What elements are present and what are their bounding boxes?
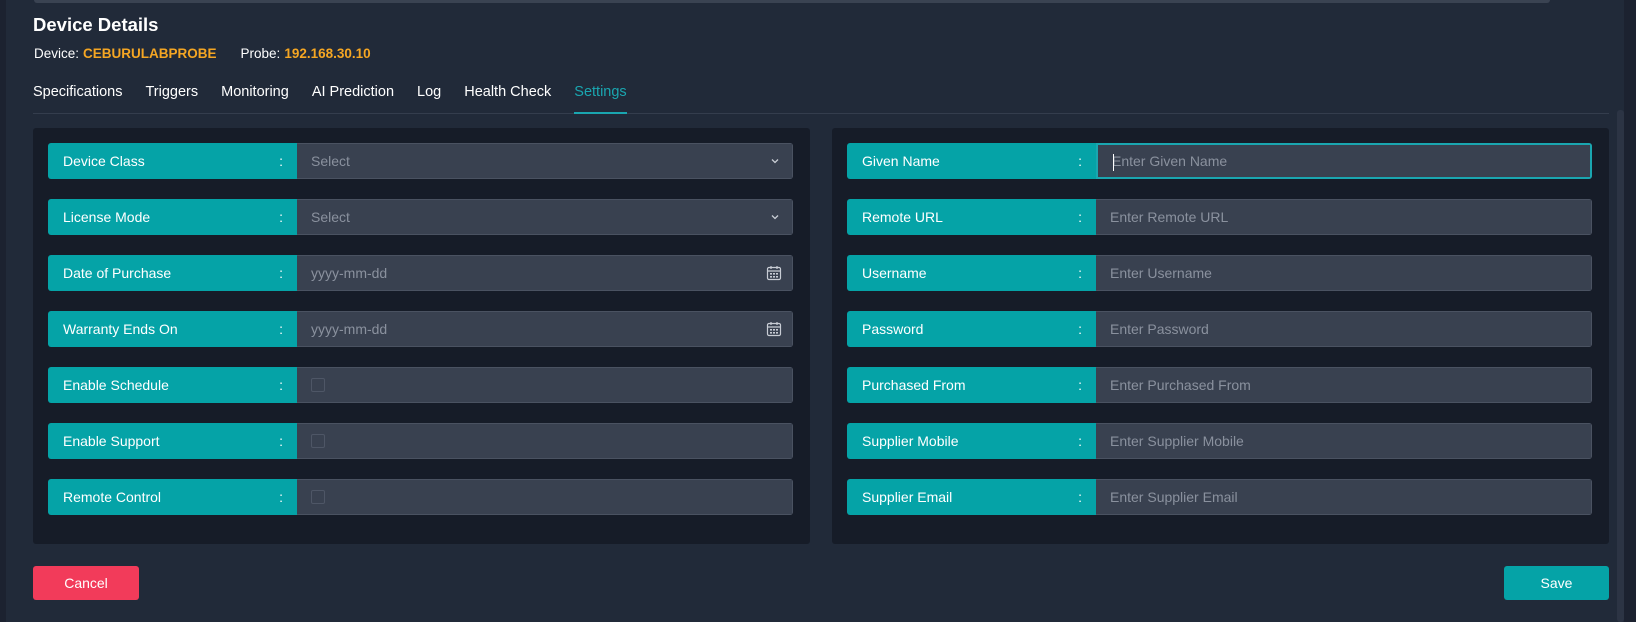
tab-health-check[interactable]: Health Check bbox=[464, 80, 551, 114]
device-details-page: Device Details Device: CEBURULABPROBE Pr… bbox=[6, 0, 1624, 622]
enable-schedule-field bbox=[297, 367, 793, 403]
field-label: Enable Support: bbox=[48, 423, 297, 459]
field-label: Enable Schedule: bbox=[48, 367, 297, 403]
tab-bar: Specifications Triggers Monitoring AI Pr… bbox=[33, 80, 1609, 114]
tab-monitoring[interactable]: Monitoring bbox=[221, 80, 289, 114]
enable-schedule-checkbox[interactable] bbox=[311, 378, 325, 392]
username-field bbox=[1096, 255, 1592, 291]
field-label: Remote Control: bbox=[48, 479, 297, 515]
remote-control-row: Remote Control: bbox=[48, 479, 793, 515]
tab-settings[interactable]: Settings bbox=[574, 80, 627, 114]
left-settings-panel: Device Class: Select License Mode: Selec… bbox=[33, 128, 810, 544]
field-label: License Mode: bbox=[48, 199, 297, 235]
username-input[interactable] bbox=[1110, 265, 1577, 281]
probe-label: Probe: bbox=[240, 46, 281, 61]
enable-support-checkbox[interactable] bbox=[311, 434, 325, 448]
page-title: Device Details bbox=[33, 14, 159, 35]
field-label: Device Class: bbox=[48, 143, 297, 179]
supplier-email-row: Supplier Email: bbox=[847, 479, 1592, 515]
field-label: Given Name: bbox=[847, 143, 1096, 179]
given-name-input[interactable] bbox=[1112, 153, 1576, 169]
save-button[interactable]: Save bbox=[1504, 566, 1609, 600]
field-label: Supplier Mobile: bbox=[847, 423, 1096, 459]
remote-url-field bbox=[1096, 199, 1592, 235]
field-label: Password: bbox=[847, 311, 1096, 347]
supplier-email-input[interactable] bbox=[1110, 489, 1577, 505]
chevron-down-icon bbox=[771, 215, 779, 220]
scrollbar[interactable] bbox=[1617, 110, 1624, 622]
enable-support-row: Enable Support: bbox=[48, 423, 793, 459]
supplier-mobile-input[interactable] bbox=[1110, 433, 1577, 449]
enable-support-field bbox=[297, 423, 793, 459]
supplier-mobile-field bbox=[1096, 423, 1592, 459]
username-row: Username: bbox=[847, 255, 1592, 291]
field-label: Username: bbox=[847, 255, 1096, 291]
text-caret bbox=[1113, 154, 1114, 171]
remote-control-field bbox=[297, 479, 793, 515]
remote-url-input[interactable] bbox=[1110, 209, 1577, 225]
supplier-email-field bbox=[1096, 479, 1592, 515]
device-label: Device: bbox=[34, 46, 80, 61]
field-label: Supplier Email: bbox=[847, 479, 1096, 515]
date-of-purchase-input[interactable]: yyyy-mm-dd bbox=[297, 255, 793, 291]
purchased-from-row: Purchased From: bbox=[847, 367, 1592, 403]
remote-control-checkbox[interactable] bbox=[311, 490, 325, 504]
device-class-row: Device Class: Select bbox=[48, 143, 793, 179]
field-label: Remote URL: bbox=[847, 199, 1096, 235]
device-meta: Device: CEBURULABPROBE Probe: 192.168.30… bbox=[34, 46, 371, 61]
chevron-down-icon bbox=[771, 159, 779, 164]
probe-value: 192.168.30.10 bbox=[284, 46, 371, 61]
enable-schedule-row: Enable Schedule: bbox=[48, 367, 793, 403]
supplier-mobile-row: Supplier Mobile: bbox=[847, 423, 1592, 459]
field-label: Date of Purchase: bbox=[48, 255, 297, 291]
cancel-button[interactable]: Cancel bbox=[33, 566, 139, 600]
field-label: Warranty Ends On: bbox=[48, 311, 297, 347]
calendar-icon[interactable] bbox=[766, 265, 782, 281]
given-name-row: Given Name: bbox=[847, 143, 1592, 179]
given-name-field bbox=[1096, 143, 1592, 179]
tab-log[interactable]: Log bbox=[417, 80, 441, 114]
tab-specifications[interactable]: Specifications bbox=[33, 80, 122, 114]
purchased-from-input[interactable] bbox=[1110, 377, 1577, 393]
warranty-ends-row: Warranty Ends On: yyyy-mm-dd bbox=[48, 311, 793, 347]
date-of-purchase-row: Date of Purchase: yyyy-mm-dd bbox=[48, 255, 793, 291]
password-row: Password: bbox=[847, 311, 1592, 347]
warranty-ends-input[interactable]: yyyy-mm-dd bbox=[297, 311, 793, 347]
top-bar bbox=[34, 0, 1550, 3]
purchased-from-field bbox=[1096, 367, 1592, 403]
calendar-icon[interactable] bbox=[766, 321, 782, 337]
license-mode-select[interactable]: Select bbox=[297, 199, 793, 235]
password-field bbox=[1096, 311, 1592, 347]
tab-triggers[interactable]: Triggers bbox=[145, 80, 198, 114]
device-value: CEBURULABPROBE bbox=[83, 46, 217, 61]
password-input[interactable] bbox=[1110, 321, 1577, 337]
field-label: Purchased From: bbox=[847, 367, 1096, 403]
remote-url-row: Remote URL: bbox=[847, 199, 1592, 235]
license-mode-row: License Mode: Select bbox=[48, 199, 793, 235]
right-settings-panel: Given Name: Remote URL: Username: bbox=[832, 128, 1609, 544]
device-class-select[interactable]: Select bbox=[297, 143, 793, 179]
tab-ai-prediction[interactable]: AI Prediction bbox=[312, 80, 394, 114]
